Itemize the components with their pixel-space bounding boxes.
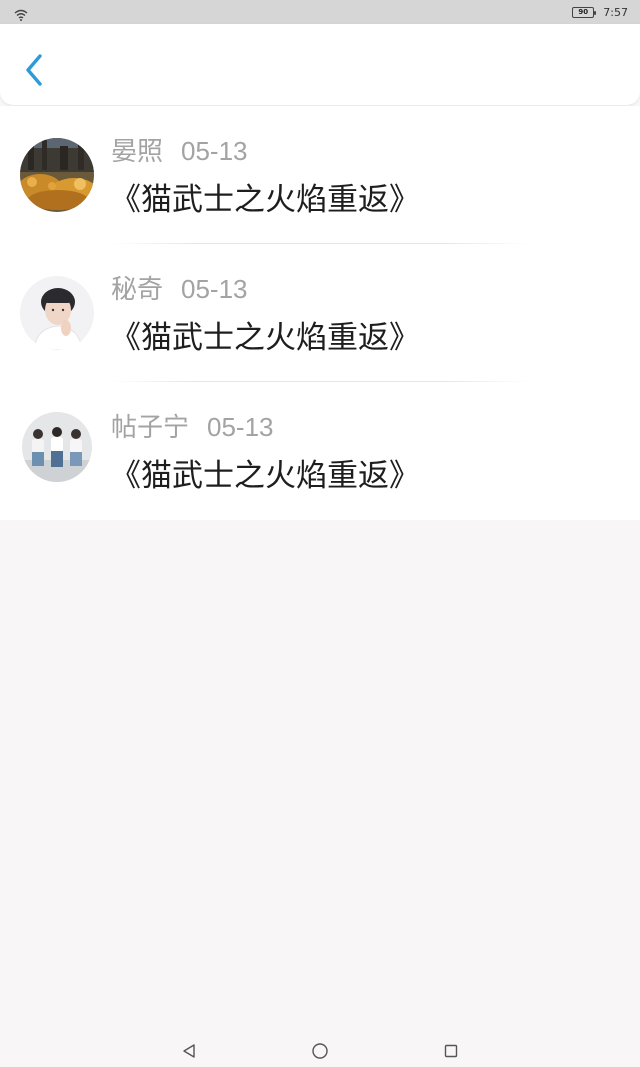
author-name: 晏照 <box>111 137 164 167</box>
status-bar: 90 7:57 <box>0 0 640 24</box>
post-date: 05-13 <box>181 136 248 166</box>
nav-recents-button[interactable] <box>442 1042 460 1060</box>
avatar[interactable] <box>20 276 94 350</box>
item-title[interactable]: 《猫武士之火焰重返》 <box>110 318 420 358</box>
item-title[interactable]: 《猫武士之火焰重返》 <box>110 180 420 220</box>
nav-home-button[interactable] <box>311 1042 329 1060</box>
avatar[interactable] <box>20 138 94 212</box>
post-date: 05-13 <box>181 274 248 304</box>
author-name: 秘奇 <box>111 275 164 305</box>
list-item[interactable]: 秘奇 05-13 《猫武士之火焰重返》 <box>0 244 640 382</box>
status-time: 7:57 <box>603 5 628 19</box>
item-meta: 秘奇 05-13 <box>111 272 248 307</box>
header-bar <box>0 24 640 106</box>
status-right: 90 7:57 <box>572 6 628 19</box>
post-date: 05-13 <box>207 412 274 442</box>
home-circle-icon <box>312 1043 328 1059</box>
back-triangle-icon <box>183 1044 195 1058</box>
avatar[interactable] <box>22 412 92 482</box>
list-panel: 晏照 05-13 《猫武士之火焰重返》 秘奇 05-13 《猫武士之火焰重返》 <box>0 106 640 520</box>
recents-square-icon <box>444 1044 458 1058</box>
navigation-bar <box>0 1035 640 1067</box>
wifi-icon <box>14 6 28 21</box>
back-button[interactable] <box>18 50 50 90</box>
chevron-left-icon <box>26 54 42 86</box>
nav-back-button[interactable] <box>180 1042 198 1060</box>
battery-icon: 90 <box>572 6 597 18</box>
item-title[interactable]: 《猫武士之火焰重返》 <box>110 456 420 496</box>
item-meta: 帖子宁 05-13 <box>111 410 274 445</box>
list-item[interactable]: 晏照 05-13 《猫武士之火焰重返》 <box>0 106 640 244</box>
list-item[interactable]: 帖子宁 05-13 《猫武士之火焰重返》 <box>0 382 640 520</box>
item-meta: 晏照 05-13 <box>111 134 248 169</box>
author-name: 帖子宁 <box>111 413 190 443</box>
